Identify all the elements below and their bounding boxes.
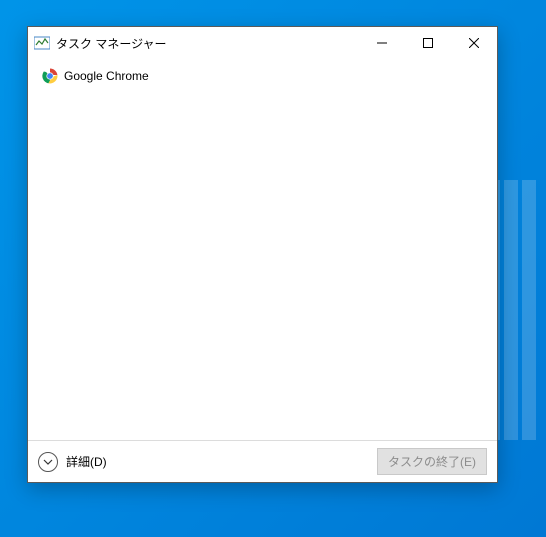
maximize-button[interactable] (405, 27, 451, 59)
titlebar: タスク マネージャー (28, 27, 497, 59)
close-button[interactable] (451, 27, 497, 59)
end-task-button[interactable]: タスクの終了(E) (377, 448, 487, 475)
task-manager-window: タスク マネージャー (27, 26, 498, 483)
expand-details-icon[interactable] (38, 452, 58, 472)
task-row[interactable]: Google Chrome (32, 65, 493, 87)
task-manager-icon (34, 35, 50, 51)
task-list: Google Chrome (28, 59, 497, 440)
minimize-button[interactable] (359, 27, 405, 59)
footer: 詳細(D) タスクの終了(E) (28, 440, 497, 482)
details-button[interactable]: 詳細(D) (66, 453, 369, 470)
window-title: タスク マネージャー (56, 35, 359, 52)
chrome-icon (42, 68, 58, 84)
window-controls (359, 27, 497, 59)
task-name: Google Chrome (64, 69, 149, 83)
